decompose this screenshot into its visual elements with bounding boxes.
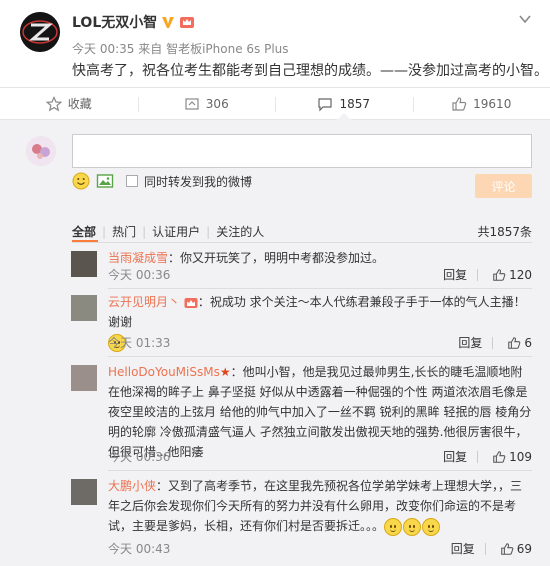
verified-v-icon [162, 17, 175, 28]
star-badge-icon: ★ [219, 365, 231, 379]
comment-divider [108, 356, 532, 357]
thumbs-up-icon [493, 450, 506, 463]
comment-footer: 今天 00:43 回复 69 [108, 540, 532, 557]
repost-icon [185, 97, 199, 110]
comment-text: ：又到了高考季节，在这里我先预祝各位学弟学妹考上理想大学，，三年之后你会发现你们… [108, 479, 523, 533]
thumbs-up-icon [493, 268, 506, 281]
comment-like-count: 6 [524, 335, 532, 350]
commenter-avatar[interactable] [71, 295, 97, 321]
post-action-bar: 收藏 306 1857 19610 [0, 87, 550, 120]
reply-button[interactable]: 回复 [458, 334, 482, 351]
comment-like-button[interactable]: 69 [500, 542, 532, 556]
author-avatar[interactable] [20, 12, 60, 52]
comment-like-count: 120 [509, 267, 532, 282]
comment-item: 云开见明月丶 ：祝成功 求个关注～本人代练君兼段子手于一体的气人主播！谢谢 今天… [71, 292, 532, 357]
comment-body: 大鹏小侠：又到了高考季节，在这里我先预祝各位学弟学妹考上理想大学，，三年之后你会… [108, 476, 532, 536]
like-button[interactable]: 19610 [412, 88, 550, 119]
active-tab-pointer [336, 113, 351, 120]
comment-filter-bar: 全部 | 热门 | 认证用户 | 关注的人 共1857条 [72, 223, 532, 240]
filter-tab-following[interactable]: 关注的人 [210, 223, 270, 240]
commenter-avatar[interactable] [71, 251, 97, 277]
weibo-post: LOL无双小智 今天 00:35 来自 智老板iPhone 6s Plus 快高… [0, 0, 550, 87]
commenter-name[interactable]: HelloDoYouMiSsMs [108, 365, 220, 379]
comment-footer: 今天 00:36 回复 120 [108, 266, 532, 283]
comment-text: ：你又开玩笑了，明明中考都没参加过。 [168, 251, 385, 265]
commenter-name[interactable]: 云开见明月丶 [108, 295, 180, 309]
post-source: 智老板iPhone 6s Plus [166, 42, 289, 56]
smile-emoji-icon [403, 517, 422, 536]
also-repost-checkbox[interactable] [126, 175, 138, 187]
comment-item: 当雨凝成雪：你又开玩笑了，明明中考都没参加过。 今天 00:36 回复 120 [71, 248, 532, 289]
comments-panel: 同时转发到我的微博 评论 全部 | 热门 | 认证用户 | 关注的人 共1857… [0, 120, 550, 566]
favorite-button[interactable]: 收藏 [0, 88, 138, 119]
thumbs-up-icon [452, 96, 467, 111]
smile-emoji-icon [384, 517, 403, 536]
comment-button[interactable]: 1857 [275, 88, 413, 120]
comment-like-count: 69 [516, 541, 532, 556]
post-meta: 今天 00:35 来自 智老板iPhone 6s Plus [72, 40, 289, 57]
commenter-avatar[interactable] [71, 365, 97, 391]
comment-item: HelloDoYouMiSsMs★：他叫小智，他是我见过最帅男生,长长的睫毛温顺… [71, 362, 532, 471]
comment-divider [108, 288, 532, 289]
comment-like-count: 109 [509, 449, 532, 464]
reply-button[interactable]: 回复 [451, 540, 475, 557]
comment-item: 大鹏小侠：又到了高考季节，在这里我先预祝各位学弟学妹考上理想大学，，三年之后你会… [71, 476, 532, 556]
footer-divider [484, 542, 486, 555]
comment-textarea[interactable] [72, 134, 532, 168]
comment-count: 1857 [339, 96, 371, 111]
thumbs-up-icon [508, 336, 521, 349]
member-crown-icon [184, 297, 198, 308]
comment-time: 今天 00:43 [108, 542, 171, 556]
smile-emoji-icon [422, 517, 441, 536]
my-avatar[interactable] [26, 136, 56, 166]
comment-like-button[interactable]: 6 [507, 336, 532, 350]
author-name[interactable]: LOL无双小智 [72, 12, 157, 32]
submit-comment-button[interactable]: 评论 [475, 174, 532, 198]
footer-divider [477, 268, 479, 281]
comment-divider [108, 470, 532, 471]
filter-tab-hot[interactable]: 热门 [106, 223, 142, 240]
star-icon [45, 95, 62, 111]
commenter-avatar[interactable] [71, 479, 97, 505]
commenter-name[interactable]: 大鹏小侠 [108, 479, 156, 493]
active-filter-underline [72, 240, 98, 242]
comment-time: 今天 00:36 [108, 268, 171, 282]
comment-body: HelloDoYouMiSsMs★：他叫小智，他是我见过最帅男生,长长的睫毛温顺… [108, 362, 532, 462]
post-time[interactable]: 今天 00:35 [72, 42, 134, 56]
comment-like-button[interactable]: 109 [492, 450, 532, 464]
member-crown-icon[interactable] [179, 15, 195, 29]
repost-button[interactable]: 306 [137, 88, 276, 119]
filter-tab-verified[interactable]: 认证用户 [146, 223, 206, 240]
comment-text: ：他叫小智，他是我见过最帅男生,长长的睫毛温顺地附在他深褐的眸子上 鼻子坚挺 好… [108, 365, 532, 459]
footer-divider [477, 450, 479, 463]
reply-button[interactable]: 回复 [443, 448, 467, 465]
filter-divider-line [72, 242, 532, 243]
comment-time: 今天 00:36 [108, 450, 171, 464]
commenter-name[interactable]: 当雨凝成雪 [108, 251, 168, 265]
source-prefix: 来自 [138, 42, 163, 56]
emoji-icon[interactable] [72, 172, 90, 190]
filter-tab-all[interactable]: 全部 [72, 223, 102, 240]
comment-footer: 今天 00:36 回复 109 [108, 448, 532, 465]
comment-footer: 今天 01:33 回复 6 [108, 334, 532, 351]
comment-like-button[interactable]: 120 [492, 268, 532, 282]
comment-time: 今天 01:33 [108, 336, 171, 350]
favorite-label: 收藏 [67, 97, 92, 111]
also-repost-label[interactable]: 同时转发到我的微博 [144, 173, 252, 190]
chevron-down-icon[interactable] [518, 12, 532, 26]
thumbs-up-icon [500, 542, 514, 555]
image-icon[interactable] [96, 172, 114, 190]
comment-total: 共1857条 [477, 225, 532, 239]
footer-divider [492, 336, 494, 349]
post-text: 快高考了，祝各位考生都能考到自己理想的成绩。——没参加过高考的小智。 [72, 63, 548, 79]
comment-icon [318, 97, 333, 111]
reply-button[interactable]: 回复 [443, 266, 467, 283]
repost-count: 306 [205, 96, 229, 111]
like-count: 19610 [473, 96, 512, 111]
comment-body: 当雨凝成雪：你又开玩笑了，明明中考都没参加过。 [108, 248, 532, 268]
